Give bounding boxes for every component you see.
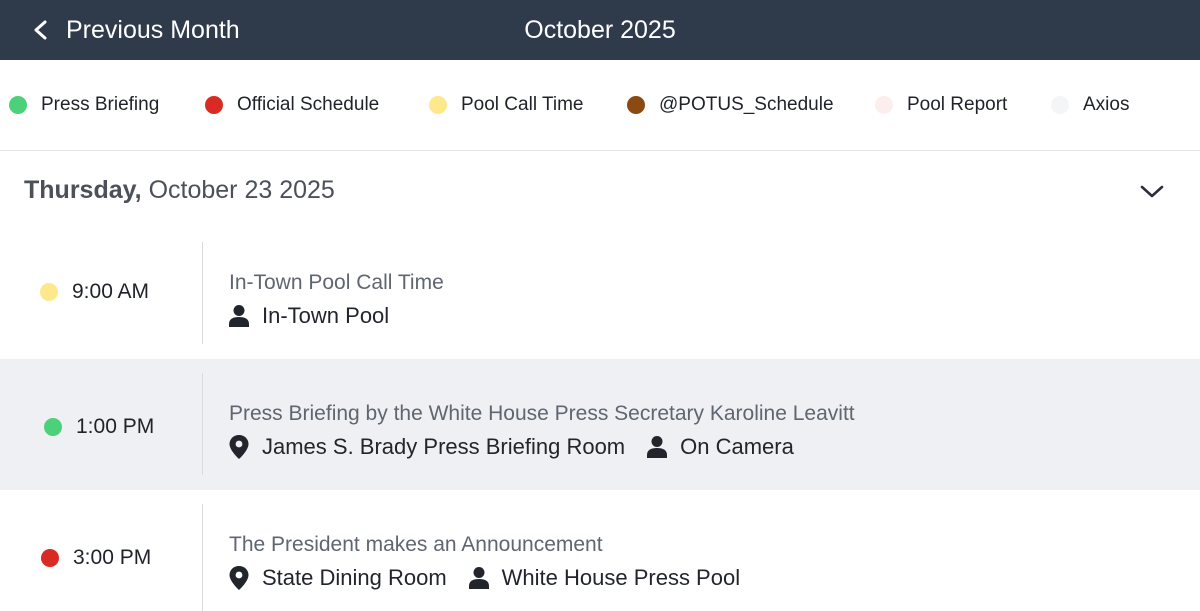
location-pin-icon: [229, 566, 249, 590]
top-bar: October 2025 Previous Month: [0, 0, 1200, 60]
event-meta: James S. Brady Press Briefing Room On Ca…: [229, 434, 816, 460]
previous-month-button[interactable]: Previous Month: [30, 0, 240, 60]
legend-label: Axios: [1083, 94, 1130, 115]
chevron-down-icon[interactable]: [1138, 178, 1166, 206]
event-category-dot: [41, 549, 59, 567]
legend-item-pool-call-time[interactable]: Pool Call Time: [429, 60, 584, 150]
legend-dot: [205, 96, 223, 114]
person-icon: [647, 436, 668, 458]
previous-month-label: Previous Month: [66, 15, 240, 44]
event-meta: State Dining Room White House Press Pool: [229, 565, 762, 591]
event-time: 1:00 PM: [44, 415, 154, 439]
event-time-label: 3:00 PM: [73, 546, 152, 569]
day-header: Thursday, October 23 2025: [24, 170, 335, 210]
event-category-dot: [44, 418, 62, 436]
event-meta-text: White House Press Pool: [501, 565, 741, 590]
event-time-label: 1:00 PM: [76, 415, 155, 438]
person-icon: [229, 305, 249, 327]
chevron-left-icon: [34, 20, 47, 40]
day-date: October 23 2025: [148, 176, 335, 204]
legend-label: @POTUS_Schedule: [659, 94, 834, 115]
person-icon: [468, 567, 489, 589]
event-time: 3:00 PM: [41, 546, 151, 570]
location-pin-icon: [229, 435, 249, 459]
legend-label: Official Schedule: [237, 94, 380, 115]
event-time: 9:00 AM: [40, 280, 149, 304]
legend-dot: [9, 96, 27, 114]
legend-item-official-schedule[interactable]: Official Schedule: [205, 60, 379, 150]
legend-dot: [875, 96, 893, 114]
event-row[interactable]: 3:00 PM The President makes an Announcem…: [0, 490, 1200, 611]
event-separator: [202, 242, 203, 344]
legend-item-press-briefing[interactable]: Press Briefing: [9, 60, 159, 150]
legend-dot: [429, 96, 447, 114]
legend-dot: [1051, 96, 1069, 114]
event-time-label: 9:00 AM: [72, 280, 150, 303]
event-row[interactable]: 9:00 AM In-Town Pool Call Time In-Town P…: [0, 228, 1200, 359]
category-legend: Press Briefing Official Schedule Pool Ca…: [0, 60, 1200, 150]
legend-dot: [627, 96, 645, 114]
event-title: In-Town Pool Call Time: [229, 271, 444, 294]
event-meta-text: James S. Brady Press Briefing Room: [262, 434, 626, 459]
event-meta-text: State Dining Room: [262, 565, 447, 590]
legend-label: Pool Call Time: [461, 94, 584, 115]
event-separator: [202, 504, 203, 611]
event-category-dot: [40, 283, 58, 301]
event-meta: In-Town Pool: [229, 303, 411, 329]
legend-label: Pool Report: [907, 94, 1008, 115]
legend-label: Press Briefing: [41, 94, 160, 115]
legend-item-potus-schedule[interactable]: @POTUS_Schedule: [627, 60, 834, 150]
day-weekday: Thursday,: [24, 176, 142, 204]
event-title: The President makes an Announcement: [229, 533, 603, 556]
legend-item-pool-report[interactable]: Pool Report: [875, 60, 1007, 150]
event-meta-text: On Camera: [680, 434, 794, 459]
event-title: Press Briefing by the White House Press …: [229, 402, 855, 425]
event-row[interactable]: 1:00 PM Press Briefing by the White Hous…: [0, 359, 1200, 490]
legend-item-axios[interactable]: Axios: [1051, 60, 1129, 150]
event-meta-text: In-Town Pool: [262, 303, 390, 328]
event-separator: [202, 373, 203, 475]
legend-divider: [0, 150, 1200, 151]
